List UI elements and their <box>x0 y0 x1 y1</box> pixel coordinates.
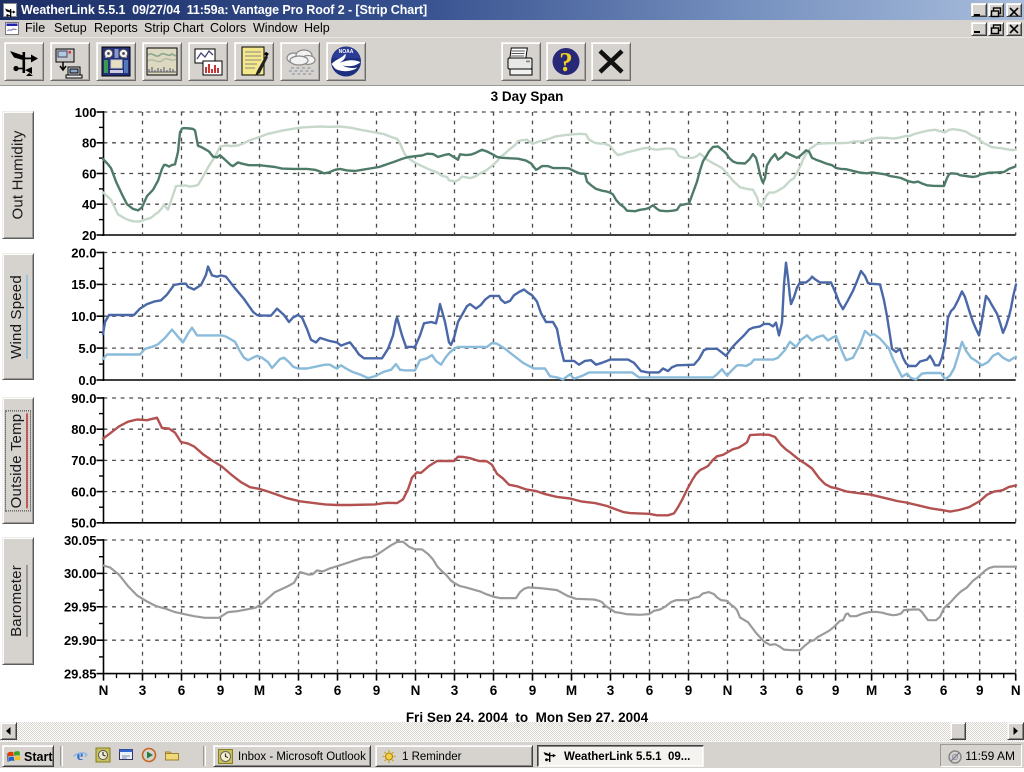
svg-text:5.0: 5.0 <box>78 341 96 356</box>
svg-text:15.0: 15.0 <box>71 277 96 292</box>
svg-text:M: M <box>866 683 877 698</box>
svg-text:6: 6 <box>178 683 186 698</box>
svg-text:60: 60 <box>82 166 96 181</box>
svg-text:3: 3 <box>607 683 615 698</box>
svg-text:N: N <box>99 683 109 698</box>
svg-text:60.0: 60.0 <box>71 484 96 499</box>
svg-text:0.0: 0.0 <box>78 373 96 388</box>
svg-text:29.95: 29.95 <box>64 600 97 615</box>
svg-text:N: N <box>723 683 733 698</box>
svg-text:6: 6 <box>940 683 948 698</box>
svg-text:3: 3 <box>451 683 459 698</box>
svg-text:30.00: 30.00 <box>64 566 97 581</box>
svg-text:3: 3 <box>760 683 768 698</box>
svg-text:9: 9 <box>685 683 693 698</box>
svg-text:40: 40 <box>82 197 96 212</box>
svg-text:6: 6 <box>646 683 654 698</box>
svg-text:80.0: 80.0 <box>71 422 96 437</box>
svg-text:9: 9 <box>529 683 537 698</box>
svg-text:90.0: 90.0 <box>71 391 96 406</box>
svg-text:10.0: 10.0 <box>71 309 96 324</box>
svg-text:9: 9 <box>976 683 984 698</box>
svg-text:3: 3 <box>295 683 303 698</box>
svg-text:80: 80 <box>82 136 96 151</box>
svg-text:9: 9 <box>217 683 225 698</box>
svg-text:70.0: 70.0 <box>71 453 96 468</box>
svg-text:3 Day Span: 3 Day Span <box>491 89 564 104</box>
svg-text:N: N <box>1011 683 1021 698</box>
svg-text:6: 6 <box>796 683 804 698</box>
svg-text:3: 3 <box>139 683 147 698</box>
svg-text:?: ? <box>559 47 573 77</box>
svg-text:e: e <box>77 748 84 763</box>
svg-text:9: 9 <box>373 683 381 698</box>
svg-text:20.0: 20.0 <box>71 245 96 260</box>
svg-text:6: 6 <box>490 683 498 698</box>
svg-text:30.05: 30.05 <box>64 533 97 548</box>
svg-text:M: M <box>566 683 577 698</box>
svg-text:3: 3 <box>904 683 912 698</box>
svg-text:6: 6 <box>334 683 342 698</box>
svg-text:50.0: 50.0 <box>71 516 96 531</box>
svg-text:100: 100 <box>75 105 97 120</box>
svg-text:20: 20 <box>82 228 96 243</box>
svg-text:N: N <box>411 683 421 698</box>
svg-text:29.90: 29.90 <box>64 633 97 648</box>
svg-text:NOAA: NOAA <box>339 49 354 55</box>
svg-text:29.85: 29.85 <box>64 666 97 681</box>
svg-text:9: 9 <box>832 683 840 698</box>
svg-text:M: M <box>254 683 265 698</box>
